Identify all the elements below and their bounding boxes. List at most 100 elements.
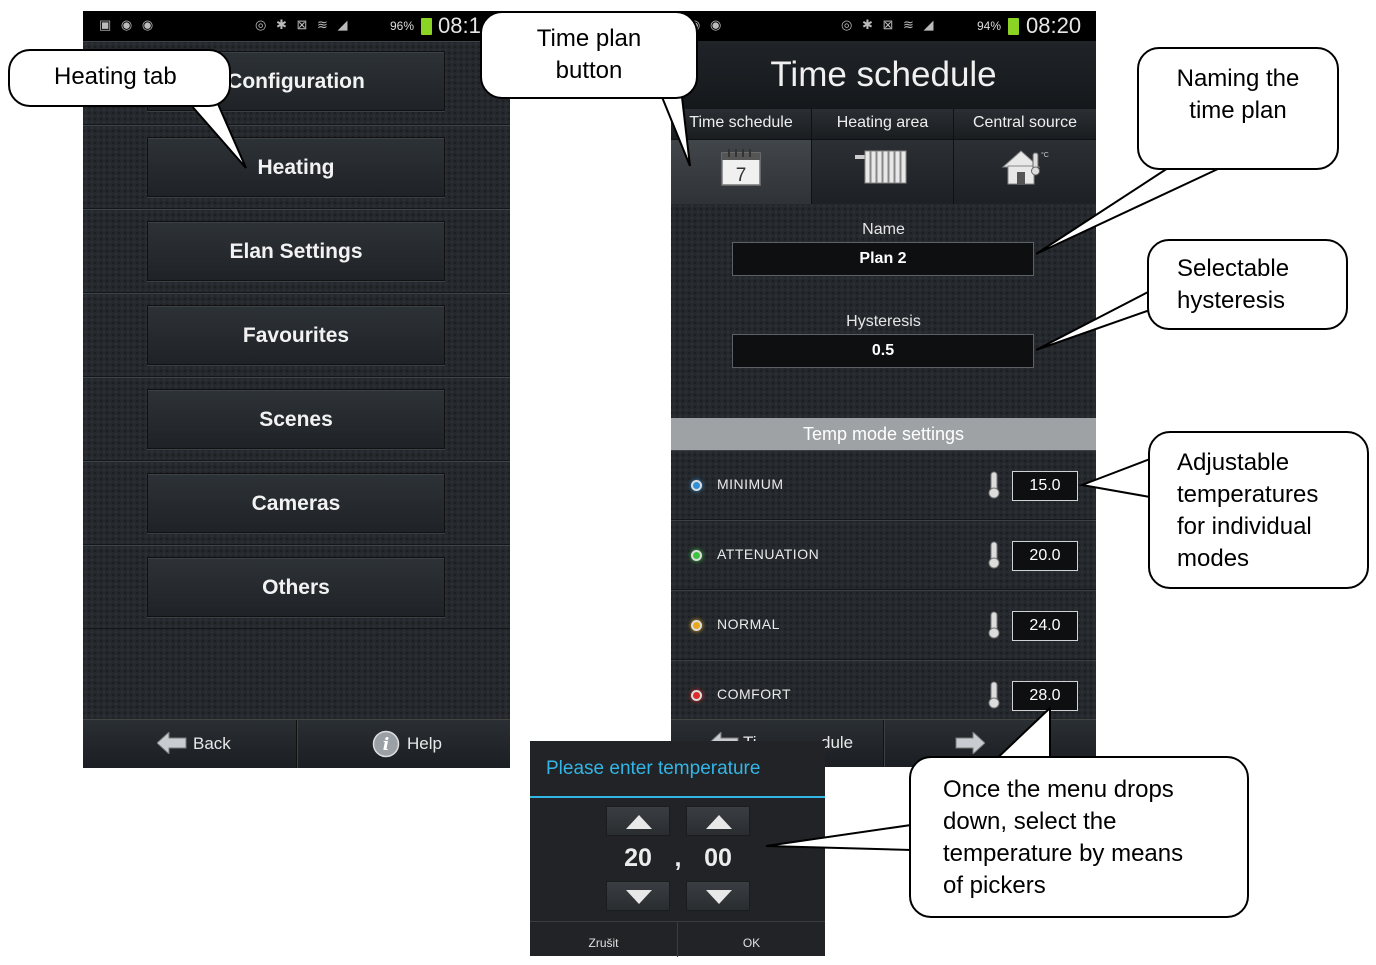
comfort-temperature-field[interactable]: 28.0: [1012, 681, 1078, 711]
menu-row: Others: [83, 545, 510, 629]
mode-row-attenuation: ATTENUATION 20.0: [671, 520, 1096, 590]
callout-text: for individual: [1177, 513, 1312, 540]
mode-name: ATTENUATION: [717, 546, 820, 562]
arrow-down-icon: [706, 890, 732, 904]
callout-text: of pickers: [943, 872, 1046, 899]
menu-heating-button[interactable]: Heating: [147, 137, 445, 197]
fraction-increment-button[interactable]: [686, 806, 750, 836]
callout-text: Once the menu drops: [943, 776, 1174, 803]
svg-text:7: 7: [736, 165, 747, 186]
attenuation-temperature-field[interactable]: 20.0: [1012, 541, 1078, 571]
menu-row: Favourites: [83, 293, 510, 377]
hysteresis-label: Hysteresis: [846, 313, 921, 330]
arrow-down-icon: [626, 890, 652, 904]
minimum-temperature-field[interactable]: 15.0: [1012, 471, 1078, 501]
radiator-icon: [812, 147, 953, 191]
menu-row: Scenes: [83, 377, 510, 461]
info-icon: i: [372, 730, 400, 758]
callout-hysteresis: Selectable hysteresis: [1147, 239, 1348, 330]
back-arrow-icon: [157, 732, 187, 754]
temp-mode-section-header: Temp mode settings: [671, 418, 1096, 450]
callout-text: Time plan: [536, 25, 642, 52]
forward-arrow-icon: [955, 732, 985, 754]
battery-percent: 94%: [977, 19, 1002, 33]
tab-bar: Time schedule 7 Heating area Central sou…: [671, 109, 1096, 204]
cancel-button[interactable]: Zrušit: [530, 922, 678, 957]
right-phone-screen: ◉ ◉ ◎ ✱ ⊠ ≋ ◢ 94% 08:20 Time schedule Ti…: [671, 11, 1096, 767]
callout-text: Selectable: [1177, 255, 1290, 282]
battery-icon: [1008, 18, 1019, 35]
arrow-up-icon: [626, 815, 652, 829]
menu-row: Cameras: [83, 461, 510, 545]
menu-cameras-button[interactable]: Cameras: [147, 473, 445, 533]
tab-label: Time schedule: [671, 109, 811, 140]
callout-text: time plan: [1189, 97, 1287, 124]
callout-temperatures: Adjustable temperatures for individual m…: [1148, 431, 1369, 589]
notification-icons: ▣ ◉ ◉: [99, 17, 157, 32]
tab-label: Heating area: [812, 109, 953, 140]
temperature-picker-dialog: Please enter temperature 20 , 00 Zrušit …: [530, 741, 825, 957]
thermometer-icon: [988, 471, 1000, 499]
battery-percent: 96%: [390, 19, 415, 33]
help-label: Help: [407, 734, 442, 753]
callout-text: temperature by means: [943, 840, 1184, 867]
dialog-title: Please enter temperature: [546, 758, 761, 779]
battery-icon: [421, 18, 432, 35]
menu-others-button[interactable]: Others: [147, 557, 445, 617]
back-button[interactable]: Back: [83, 720, 296, 768]
mode-indicator: [691, 690, 702, 701]
fraction-decrement-button[interactable]: [686, 881, 750, 911]
tab-label: Central source: [954, 109, 1096, 140]
callout-naming: Naming the time plan: [1137, 47, 1339, 170]
mode-row-minimum: MINIMUM 15.0: [671, 450, 1096, 520]
status-bar: ▣ ◉ ◉ ◎ ✱ ⊠ ≋ ◢ 96% 08:1: [83, 11, 510, 41]
mode-indicator: [691, 550, 702, 561]
thermometer-icon: [988, 541, 1000, 569]
back-label: Back: [193, 734, 231, 753]
thermometer-icon: [988, 611, 1000, 639]
mode-indicator: [691, 620, 702, 631]
menu-elan-settings-button[interactable]: Elan Settings: [147, 221, 445, 281]
house-temperature-icon: °C: [954, 147, 1096, 191]
thermometer-icon: [988, 681, 1000, 709]
normal-temperature-field[interactable]: 24.0: [1012, 611, 1078, 641]
page-title: Time schedule: [671, 41, 1096, 109]
plan-name-field[interactable]: Plan 2: [732, 242, 1034, 276]
ok-button[interactable]: OK: [678, 922, 825, 957]
system-icons: ◎ ✱ ⊠ ≋ ◢: [255, 17, 351, 32]
callout-text: Adjustable: [1177, 449, 1290, 476]
dialog-buttons: Zrušit OK: [530, 921, 825, 957]
mode-name: NORMAL: [717, 616, 780, 632]
mode-row-normal: NORMAL 24.0: [671, 590, 1096, 660]
system-icons: ◎ ✱ ⊠ ≋ ◢: [841, 17, 937, 32]
callout-text: button: [555, 57, 623, 84]
menu-row: Elan Settings: [83, 209, 510, 293]
callout-pickers: Once the menu drops down, select the tem…: [909, 756, 1249, 918]
callout-text: Naming the: [1176, 65, 1300, 92]
mode-indicator: [691, 480, 702, 491]
callout-heating-tab: Heating tab: [8, 49, 231, 107]
svg-text:i: i: [383, 735, 389, 755]
tab-time-schedule[interactable]: Time schedule 7: [671, 109, 812, 204]
integer-increment-button[interactable]: [606, 806, 670, 836]
hysteresis-field[interactable]: 0.5: [732, 334, 1034, 368]
clock: 08:20: [1026, 13, 1082, 38]
back-label-end: dule: [821, 733, 854, 752]
mode-name: MINIMUM: [717, 476, 784, 492]
callout-text: temperatures: [1177, 481, 1319, 508]
menu-scenes-button[interactable]: Scenes: [147, 389, 445, 449]
calendar-icon: 7: [671, 147, 811, 191]
menu-favourites-button[interactable]: Favourites: [147, 305, 445, 365]
callout-text: hysteresis: [1177, 287, 1286, 314]
menu-row: Heating: [83, 125, 510, 209]
tab-central-source[interactable]: Central source °C: [954, 109, 1096, 204]
help-button[interactable]: i Help: [297, 720, 510, 768]
dialog-title-divider: [530, 796, 825, 798]
bottom-nav-bar: Back i Help: [83, 719, 510, 768]
status-bar: ◉ ◉ ◎ ✱ ⊠ ≋ ◢ 94% 08:20: [671, 11, 1096, 41]
integer-decrement-button[interactable]: [606, 881, 670, 911]
fraction-picker-value[interactable]: 00: [686, 844, 750, 873]
tab-heating-area[interactable]: Heating area: [812, 109, 954, 204]
callout-time-plan: Time plan button: [480, 11, 698, 99]
clock: 08:1: [438, 13, 481, 38]
